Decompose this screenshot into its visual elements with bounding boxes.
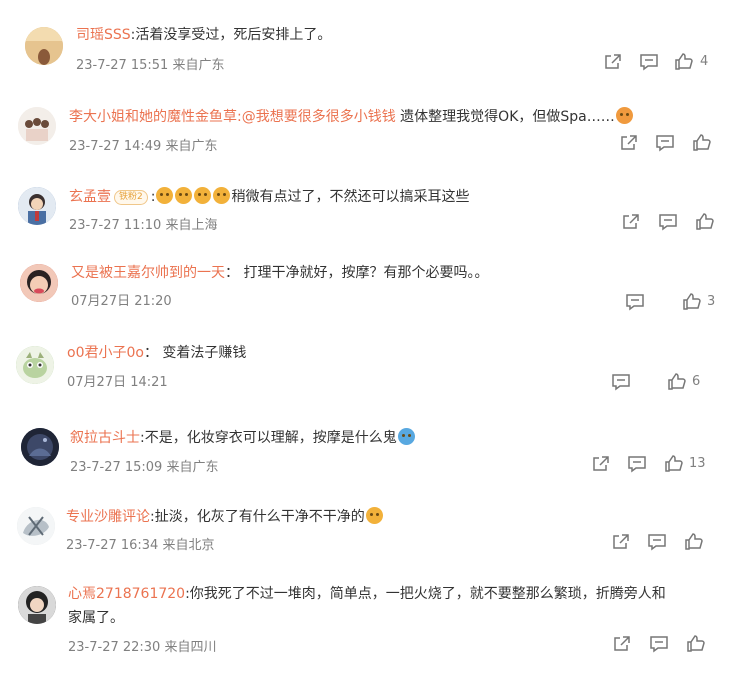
comment-location: 来自广东 — [166, 460, 219, 475]
comment-icon[interactable] — [627, 455, 647, 473]
comment-icon[interactable] — [647, 533, 667, 551]
username-link[interactable]: 司瑶SSS — [76, 27, 131, 43]
share-icon[interactable] — [621, 213, 641, 231]
comment-item: 叙拉古斗士:不是，化妆穿衣可以理解，按摩是什么鬼 23-7-27 15:09 来… — [0, 414, 750, 496]
comment-time: 23-7-27 15:09 — [70, 460, 163, 475]
like-count: 6 — [692, 374, 701, 389]
avatar[interactable] — [16, 346, 54, 384]
comment-time: 23-7-27 16:34 — [66, 538, 159, 553]
comment-text-continued: 家属了。 — [68, 610, 124, 626]
username-link[interactable]: 心焉2718761720 — [68, 586, 185, 602]
comment-time: 07月27日 21:20 — [71, 294, 172, 309]
share-icon[interactable] — [612, 635, 632, 653]
comment-icon[interactable] — [625, 293, 645, 311]
emoji-icon — [397, 428, 415, 445]
comment-text: :活着没享受过，死后安排上了。 — [130, 27, 332, 43]
comment-item: 司瑶SSS:活着没享受过，死后安排上了。 23-7-27 15:51 来自广东 … — [0, 0, 750, 80]
comment-text: :扯淡，化灰了有什么干净不干净的 — [150, 509, 365, 525]
avatar[interactable] — [25, 27, 63, 65]
comment-item: o0君小子0o： 变着法子赚钱 07月27日 14:21 6 — [0, 334, 750, 414]
avatar[interactable] — [18, 586, 56, 624]
comment-text: ： 打理干净就好，按摩？有那个必要吗。。 — [225, 265, 489, 281]
username-link[interactable]: 专业沙雕评论 — [66, 509, 150, 525]
comment-item: 心焉2718761720:你我死了不过一堆肉，简单点，一把火烧了，就不要整那么繁… — [0, 572, 750, 688]
emoji-icon — [213, 187, 231, 204]
comment-time: 23-7-27 15:51 — [76, 58, 169, 73]
comment-icon[interactable] — [639, 53, 659, 71]
comment-item: 玄孟壹 铁粉2: 稍微有点过了，不然还可以搞采耳这些 23-7-27 11:10 来… — [0, 170, 750, 252]
like-count: 13 — [689, 456, 706, 471]
emoji-icon — [365, 507, 383, 524]
comment-item: 李大小姐和她的魔性金鱼草:@我想要很多很多小钱钱 遗体整理我觉得OK，但做Spa… — [0, 90, 750, 170]
mention-link[interactable]: :@我想要很多很多小钱钱 — [237, 109, 396, 125]
comment-text: ： 变着法子赚钱 — [143, 345, 247, 361]
avatar[interactable] — [20, 264, 58, 302]
comment-item: 又是被王嘉尔帅到的一天： 打理干净就好，按摩？有那个必要吗。。 07月27日 2… — [0, 252, 750, 334]
like-icon[interactable] — [692, 133, 712, 151]
like-icon[interactable] — [684, 532, 704, 550]
like-icon[interactable] — [695, 212, 715, 230]
fan-badge: 铁粉2 — [114, 190, 148, 205]
comment-time: 23-7-27 14:49 — [69, 139, 162, 154]
like-icon[interactable] — [674, 52, 694, 70]
comment-location: 来自上海 — [165, 218, 218, 233]
emoji-icon — [194, 187, 212, 204]
comment-location: 来自广东 — [172, 58, 225, 73]
like-icon[interactable] — [686, 634, 706, 652]
avatar[interactable] — [17, 507, 55, 545]
comment-location: 来自北京 — [162, 538, 215, 553]
like-icon[interactable] — [667, 372, 687, 390]
share-icon[interactable] — [611, 533, 631, 551]
avatar[interactable] — [18, 187, 56, 225]
comment-item: 专业沙雕评论:扯淡，化灰了有什么干净不干净的 23-7-27 16:34 来自北… — [0, 496, 750, 572]
username-link[interactable]: 李大小姐和她的魔性金鱼草 — [69, 109, 237, 125]
comment-icon[interactable] — [649, 635, 669, 653]
comment-time: 07月27日 14:21 — [67, 375, 168, 390]
comment-icon[interactable] — [655, 134, 675, 152]
emoji-icon — [156, 187, 174, 204]
like-count: 4 — [700, 54, 709, 69]
like-count: 3 — [707, 294, 716, 309]
username-link[interactable]: 叙拉古斗士 — [70, 430, 140, 446]
comment-time: 23-7-27 22:30 — [68, 640, 161, 655]
comment-text: :不是，化妆穿衣可以理解，按摩是什么鬼 — [140, 430, 397, 446]
username-link[interactable]: 又是被王嘉尔帅到的一天 — [71, 265, 225, 281]
emoji-icon — [615, 107, 633, 124]
comment-icon[interactable] — [658, 213, 678, 231]
username-link[interactable]: 玄孟壹 — [69, 189, 111, 205]
comment-text: 稍微有点过了，不然还可以搞采耳这些 — [231, 189, 470, 205]
comment-icon[interactable] — [611, 373, 631, 391]
share-icon[interactable] — [619, 134, 639, 152]
emoji-icon — [175, 187, 193, 204]
share-icon[interactable] — [591, 455, 611, 473]
comment-location: 来自广东 — [165, 139, 218, 154]
comment-location: 来自四川 — [164, 640, 217, 655]
like-icon[interactable] — [664, 454, 684, 472]
avatar[interactable] — [21, 428, 59, 466]
comment-time: 23-7-27 11:10 — [69, 218, 162, 233]
comment-text: :你我死了不过一堆肉，简单点，一把火烧了，就不要整那么繁琐，折腾旁人和 — [185, 586, 666, 602]
comment-text: 遗体整理我觉得OK，但做Spa…… — [395, 109, 615, 125]
avatar[interactable] — [18, 107, 56, 145]
like-icon[interactable] — [682, 292, 702, 310]
username-link[interactable]: o0君小子0o — [67, 345, 144, 361]
share-icon[interactable] — [603, 53, 623, 71]
